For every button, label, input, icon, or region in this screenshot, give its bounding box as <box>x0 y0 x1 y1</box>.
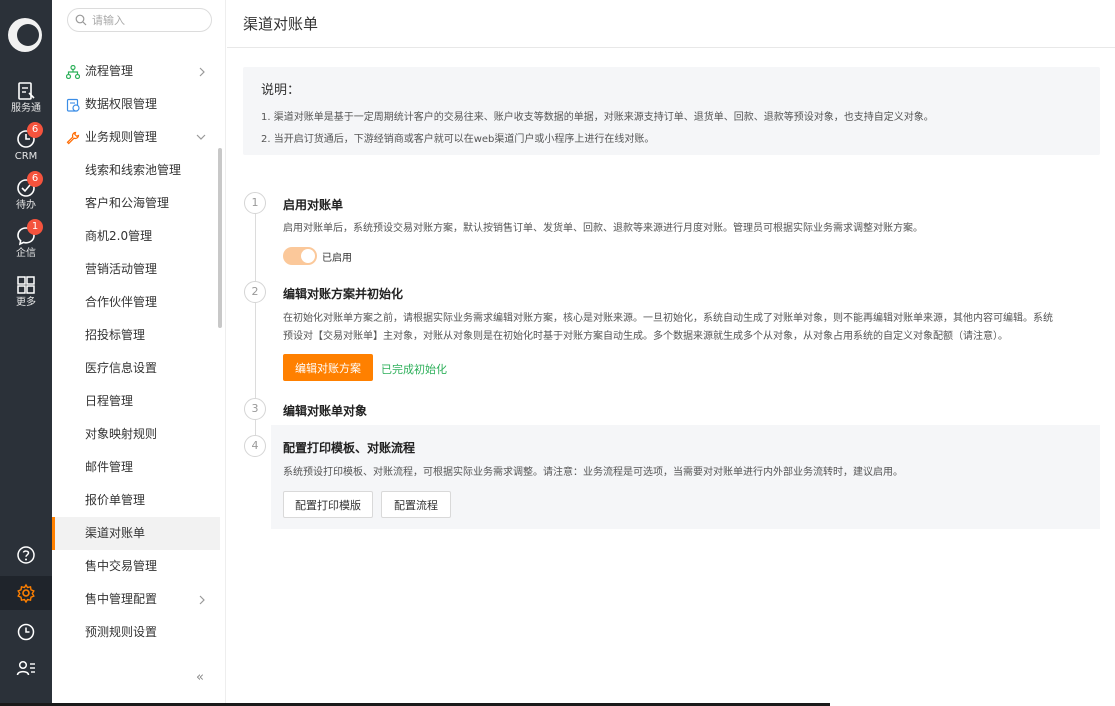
settings-sidebar: 流程管理 数据权限管理 业务规则管理 线索和线索池管理 客户和公海管理 商机2.… <box>52 0 226 706</box>
step-desc-4: 系统预设打印模板、对账流程，可根据实际业务需求调整。请注意：业务流程是可选项，当… <box>283 467 903 478</box>
rail-label-todo: 待办 <box>16 200 36 211</box>
sidebar-item-marketing[interactable]: 营销活动管理 <box>52 253 220 286</box>
chat-badge: 1 <box>27 219 43 235</box>
sidebar-item-sales-config[interactable]: 售中管理配置 <box>52 583 220 616</box>
search-icon <box>75 14 87 26</box>
step-title-3[interactable]: 编辑对账单对象 <box>283 402 367 419</box>
step-desc-2a: 在初始化对账单方案之前，请根据实际业务需求编辑对账方案，核心是对账来源。一旦初始… <box>283 313 1053 324</box>
rail-label-crm: CRM <box>14 151 38 162</box>
chevron-down-icon <box>196 134 206 140</box>
config-print-template-button[interactable]: 配置打印模版 <box>283 491 373 518</box>
sidebar-item-label: 营销活动管理 <box>85 262 158 276</box>
sidebar-item-leads[interactable]: 线索和线索池管理 <box>52 154 220 187</box>
step-number-3: 3 <box>244 398 266 420</box>
page-header: 渠道对账单 <box>227 0 1115 48</box>
sidebar-item-opportunity[interactable]: 商机2.0管理 <box>52 220 220 253</box>
sidebar-item-label: 售中管理配置 <box>85 592 158 606</box>
todo-badge: 6 <box>27 171 43 187</box>
step-title-2: 编辑对账方案并初始化 <box>283 287 404 301</box>
sidebar-search[interactable] <box>67 8 212 32</box>
sidebar-item-channel-statement[interactable]: 渠道对账单 <box>52 517 220 550</box>
rail-item-service[interactable]: 服务通 <box>0 80 52 128</box>
service-icon <box>18 82 35 100</box>
sidebar-item-label: 售中交易管理 <box>85 559 158 573</box>
rail-item-more[interactable]: 更多 <box>0 274 52 322</box>
notice-line-2: 2. 当开启订货通后，下游经销商或客户就可以在web渠道门户或小程序上进行在线对… <box>261 134 655 145</box>
sidebar-item-label: 商机2.0管理 <box>85 229 153 243</box>
sidebar-item-sales-transactions[interactable]: 售中交易管理 <box>52 550 220 583</box>
sidebar-item-business-rules[interactable]: 业务规则管理 <box>52 121 220 154</box>
rail-label-more: 更多 <box>16 297 36 308</box>
toggle-status-label: 已启用 <box>322 253 352 264</box>
history-clock-icon <box>17 623 35 641</box>
sidebar-item-flow[interactable]: 流程管理 <box>52 55 220 88</box>
sidebar-item-label: 流程管理 <box>85 64 134 78</box>
sidebar-item-email[interactable]: 邮件管理 <box>52 451 220 484</box>
rail-history[interactable] <box>0 622 52 644</box>
step-title-4: 配置打印模板、对账流程 <box>283 441 416 455</box>
sidebar-item-label: 业务规则管理 <box>85 130 158 144</box>
step-desc-1: 启用对账单后，系统预设交易对账方案，默认按销售订单、发货单、回款、退款等来源进行… <box>283 223 923 234</box>
sidebar-item-label: 邮件管理 <box>85 460 134 474</box>
sidebar-item-customers[interactable]: 客户和公海管理 <box>52 187 220 220</box>
sidebar-item-label: 客户和公海管理 <box>85 196 170 210</box>
edit-plan-button[interactable]: 编辑对账方案 <box>283 354 373 381</box>
step-desc-2b: 预设对【交易对账单】主对象，对账从对象则是在初始化时基于对账方案自动生成。多个数… <box>283 331 1008 342</box>
sidebar-item-quotes[interactable]: 报价单管理 <box>52 484 220 517</box>
rail-item-crm[interactable]: 6 CRM <box>0 122 52 176</box>
rail-label-chat: 企信 <box>16 248 36 259</box>
chevron-right-icon <box>199 67 205 77</box>
search-input[interactable] <box>92 11 204 29</box>
grid-more-icon <box>17 276 35 294</box>
sidebar-item-label: 线索和线索池管理 <box>85 163 182 177</box>
main-content: 渠道对账单 说明： 1. 渠道对账单是基于一定周期统计客户的交易往来、账户收支等… <box>227 0 1115 706</box>
sidebar-item-forecast-rules[interactable]: 预测规则设置 <box>52 616 220 649</box>
sidebar-item-label: 报价单管理 <box>85 493 146 507</box>
init-status-text: 已完成初始化 <box>381 363 447 376</box>
sidebar-item-partners[interactable]: 合作伙伴管理 <box>52 286 220 319</box>
config-flow-button[interactable]: 配置流程 <box>381 491 451 518</box>
settings-gear-icon <box>17 583 35 603</box>
crm-badge: 6 <box>27 122 43 138</box>
avatar[interactable] <box>8 18 42 52</box>
rail-label-service: 服务通 <box>11 103 41 114</box>
page-title: 渠道对账单 <box>243 15 319 33</box>
sidebar-scrollbar[interactable] <box>218 148 222 328</box>
enable-statement-toggle[interactable] <box>283 247 317 265</box>
rail-item-chat[interactable]: 1 企信 <box>0 219 52 273</box>
notice-panel: 说明： 1. 渠道对账单是基于一定周期统计客户的交易往来、账户收支等数据的单据，… <box>243 67 1100 155</box>
user-list-icon <box>16 660 35 676</box>
notice-line-1: 1. 渠道对账单是基于一定周期统计客户的交易往来、账户收支等数据的单据，对账来源… <box>261 112 934 123</box>
step-title-1: 启用对账单 <box>283 198 344 212</box>
left-rail: 服务通 6 CRM 6 待办 1 企信 更多 <box>0 0 52 706</box>
sidebar-item-data-permission[interactable]: 数据权限管理 <box>52 88 220 121</box>
sidebar-item-bidding[interactable]: 招投标管理 <box>52 319 220 352</box>
step-number-4: 4 <box>244 435 266 457</box>
collapse-sidebar-button[interactable]: « <box>196 670 204 685</box>
flow-icon <box>66 65 80 79</box>
sidebar-item-label: 日程管理 <box>85 394 134 408</box>
rail-user-list[interactable] <box>0 658 52 680</box>
sidebar-item-label: 医疗信息设置 <box>85 361 158 375</box>
sidebar-item-schedule[interactable]: 日程管理 <box>52 385 220 418</box>
sidebar-menu: 流程管理 数据权限管理 业务规则管理 线索和线索池管理 客户和公海管理 商机2.… <box>52 55 220 649</box>
rail-item-todo[interactable]: 6 待办 <box>0 171 52 225</box>
sidebar-item-label: 合作伙伴管理 <box>85 295 158 309</box>
help-icon <box>17 546 35 564</box>
sidebar-item-label: 招投标管理 <box>85 328 146 342</box>
chevron-right-icon <box>199 595 205 605</box>
step-number-2: 2 <box>244 281 266 303</box>
sidebar-item-label: 预测规则设置 <box>85 625 158 639</box>
sidebar-item-medical[interactable]: 医疗信息设置 <box>52 352 220 385</box>
data-permission-icon <box>66 98 80 112</box>
sidebar-item-label: 对象映射规则 <box>85 427 158 441</box>
rules-wrench-icon <box>66 131 80 145</box>
sidebar-item-object-mapping[interactable]: 对象映射规则 <box>52 418 220 451</box>
rail-settings[interactable] <box>0 576 52 610</box>
notice-title: 说明： <box>261 83 301 98</box>
sidebar-item-label: 渠道对账单 <box>85 526 146 540</box>
rail-help[interactable] <box>0 545 52 567</box>
sidebar-item-label: 数据权限管理 <box>85 97 158 111</box>
step-number-1: 1 <box>244 192 266 214</box>
